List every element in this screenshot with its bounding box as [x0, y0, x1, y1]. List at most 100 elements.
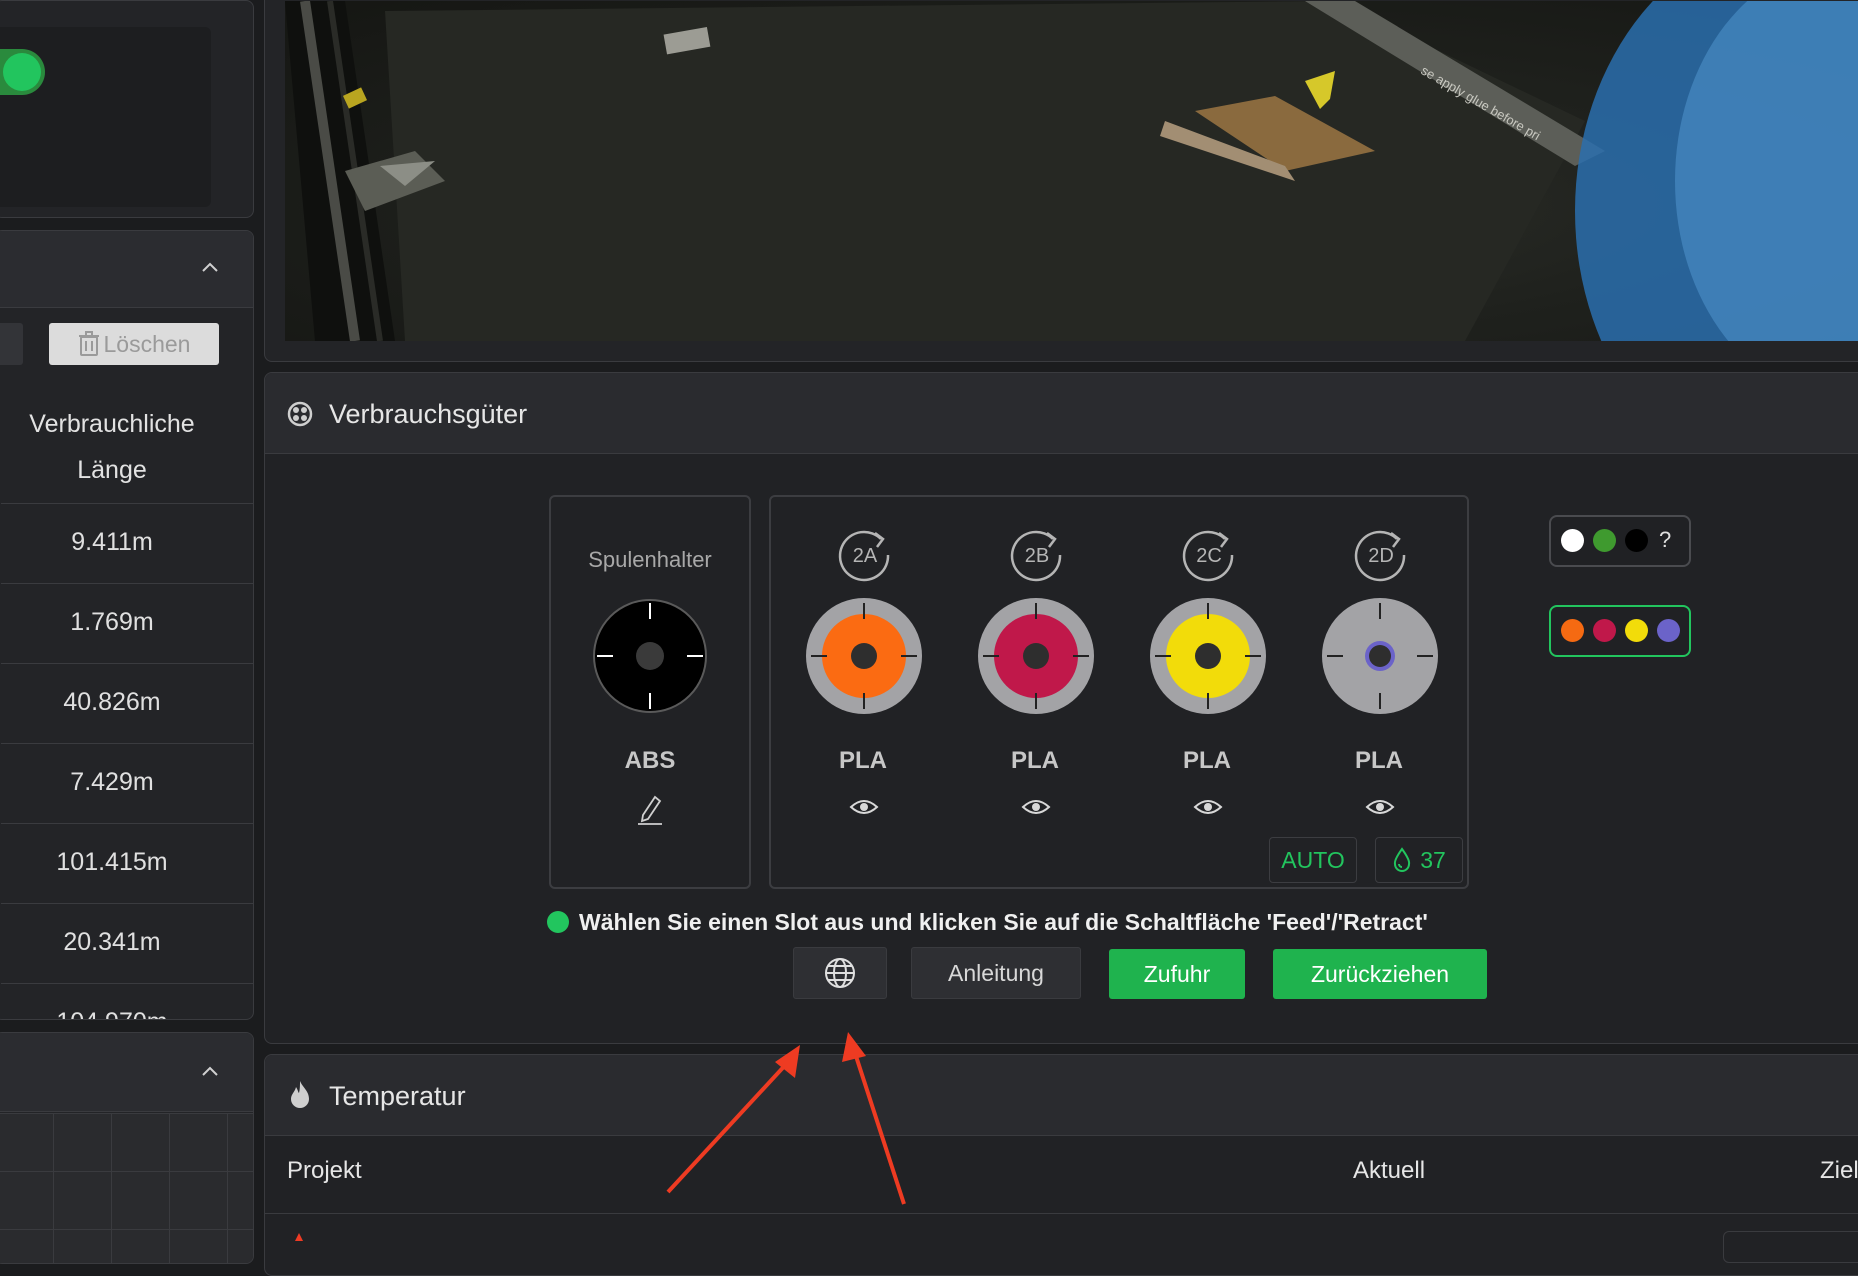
color-dot: [1625, 619, 1648, 642]
eye-icon[interactable]: [1365, 797, 1395, 817]
color-swatch-group-1[interactable]: ?: [1549, 515, 1691, 567]
grid-preview: [0, 1113, 253, 1263]
target-input[interactable]: [1723, 1231, 1858, 1263]
slot-material: PLA: [1011, 747, 1059, 774]
feed-button[interactable]: Zufuhr: [1109, 949, 1245, 999]
color-swatch-group-2[interactable]: [1549, 605, 1691, 657]
instruction-hint: Wählen Sie einen Slot aus und klicken Si…: [547, 903, 1507, 943]
length-value: 1.769m: [70, 608, 154, 636]
table-row: 101.415m: [1, 823, 253, 904]
spool-holder-spool[interactable]: [591, 597, 709, 715]
auto-badge[interactable]: AUTO: [1269, 837, 1357, 883]
list-panel-header[interactable]: [0, 231, 253, 308]
column-project: Projekt: [287, 1157, 362, 1184]
consumption-list-panel: Löschen Verbrauchliche Länge 9.411m 1.76…: [0, 230, 254, 1020]
temperature-panel: Temperatur Projekt Aktuell Ziel: [264, 1054, 1858, 1276]
slot-id: 2D: [1368, 545, 1394, 567]
temperature-header: Temperatur: [265, 1055, 1858, 1136]
refresh-badge-icon[interactable]: 2A: [835, 525, 895, 585]
slot-material: PLA: [1183, 747, 1231, 774]
color-dot: [1561, 529, 1584, 552]
guide-button[interactable]: Anleitung: [911, 947, 1081, 999]
slot-material: PLA: [1355, 747, 1403, 774]
delete-label: Löschen: [103, 330, 191, 357]
eye-icon[interactable]: [1193, 797, 1223, 817]
length-value: 101.415m: [56, 848, 168, 876]
color-dot: [1657, 619, 1680, 642]
language-button[interactable]: [793, 947, 887, 999]
slot-2d[interactable]: 2D PLA: [1299, 497, 1459, 814]
slot-2b[interactable]: 2B PLA: [955, 497, 1115, 814]
table-row: 1.769m: [1, 583, 253, 664]
length-value: 20.341m: [63, 928, 161, 956]
spool-holder-title: Spulenhalter: [588, 547, 712, 572]
humidity-badge[interactable]: 37: [1375, 837, 1463, 883]
slot-2a[interactable]: 2A PLA: [783, 497, 943, 814]
auto-label: AUTO: [1281, 846, 1345, 873]
status-dot: [547, 911, 569, 933]
bottom-panel-header[interactable]: [0, 1033, 253, 1112]
spool-holder-card[interactable]: Spulenhalter ABS: [549, 495, 751, 889]
table-row: 9.411m: [1, 503, 253, 584]
column-header-line2: Länge: [77, 456, 147, 484]
column-current: Aktuell: [1353, 1157, 1426, 1184]
temperature-title: Temperatur: [329, 1081, 466, 1111]
column-header: Verbrauchliche Länge: [1, 401, 223, 493]
consumables-header: Verbrauchsgüter: [265, 373, 1858, 454]
left-bottom-panel: [0, 1032, 254, 1264]
edit-pencil-icon[interactable]: [635, 793, 665, 825]
unknown-color-label: ?: [1659, 527, 1672, 552]
globe-icon: [825, 958, 855, 988]
color-dot: [1625, 529, 1648, 552]
chevron-up-icon[interactable]: [199, 257, 221, 279]
ams-unit-card: 2A PLA 2B PLA 2C PLA 2D PLA AUTO 37: [769, 495, 1469, 889]
toggle-switch[interactable]: [0, 49, 45, 95]
camera-feed[interactable]: se apply glue before pri: [285, 1, 1858, 341]
trash-icon: [78, 331, 99, 356]
slot-2a-spool[interactable]: [805, 597, 923, 715]
slot-id: 2B: [1025, 545, 1049, 567]
refresh-badge-icon[interactable]: 2C: [1179, 525, 1239, 585]
slot-2d-spool[interactable]: [1321, 597, 1439, 715]
left-partial-button[interactable]: [0, 323, 23, 365]
refresh-badge-icon[interactable]: 2D: [1351, 525, 1411, 585]
spool-holder-material: ABS: [624, 747, 676, 774]
humidity-value: 37: [1420, 846, 1446, 873]
slot-2c[interactable]: 2C PLA: [1127, 497, 1287, 814]
color-dot: [1593, 529, 1616, 552]
eye-icon[interactable]: [1021, 797, 1051, 817]
length-value: 104.970m: [1, 1008, 223, 1019]
guide-label: Anleitung: [948, 959, 1044, 986]
delete-button[interactable]: Löschen: [49, 323, 219, 365]
spool-icon: [287, 401, 313, 427]
consumables-title: Verbrauchsgüter: [329, 399, 528, 429]
chevron-up-icon[interactable]: [199, 1061, 221, 1083]
camera-panel: se apply glue before pri: [264, 0, 1858, 362]
slot-id: 2C: [1196, 545, 1222, 567]
divider: [265, 1213, 1858, 1214]
table-row: 104.970m: [1, 983, 253, 1019]
table-row: 20.341m: [1, 903, 253, 984]
humidity-drop-icon: [1394, 847, 1411, 872]
hint-text: Wählen Sie einen Slot aus und klicken Si…: [579, 909, 1428, 935]
flame-icon: [291, 1081, 309, 1108]
slot-id: 2A: [853, 545, 878, 567]
left-top-panel: [0, 0, 254, 218]
slot-2b-spool[interactable]: [977, 597, 1095, 715]
eye-icon[interactable]: [849, 797, 879, 817]
slot-2c-spool[interactable]: [1149, 597, 1267, 715]
column-target: Ziel: [1820, 1157, 1858, 1184]
consumables-panel: Verbrauchsgüter Spulenhalter ABS 2A PLA …: [264, 372, 1858, 1044]
feed-label: Zufuhr: [1143, 960, 1211, 987]
color-dot: [1561, 619, 1584, 642]
refresh-badge-icon[interactable]: 2B: [1007, 525, 1067, 585]
color-dot: [1593, 619, 1616, 642]
retract-button[interactable]: Zurückziehen: [1273, 949, 1487, 999]
length-value: 9.411m: [71, 528, 153, 556]
camera-image: se apply glue before pri: [285, 1, 1858, 341]
length-value: 40.826m: [63, 688, 161, 716]
toggle-knob[interactable]: [3, 53, 41, 91]
retract-label: Zurückziehen: [1310, 960, 1450, 987]
column-header-line1: Verbrauchliche: [29, 410, 195, 438]
table-row: 7.429m: [1, 743, 253, 824]
